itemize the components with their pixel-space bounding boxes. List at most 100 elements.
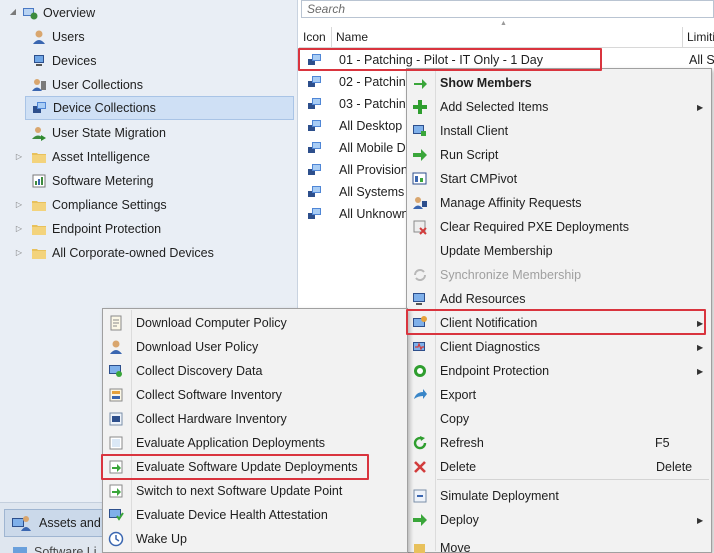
menu-item-wake-up[interactable]: Wake Up [105, 528, 405, 550]
device-collection-icon [308, 164, 321, 175]
menu-item-collect-discovery-data[interactable]: Collect Discovery Data [105, 360, 405, 382]
menu-item-add-resources[interactable]: Add Resources [409, 288, 709, 310]
column-header-limiting[interactable]: Limiti [683, 27, 714, 48]
menu-item-install-client[interactable]: Install Client [409, 120, 709, 142]
context-menu: Show Members Add Selected Items ▶ Instal… [406, 68, 712, 553]
tree-item-users[interactable]: Users [31, 26, 85, 48]
submenu-arrow-icon: ▶ [697, 318, 704, 328]
menu-item-download-user-policy[interactable]: Download User Policy [105, 336, 405, 358]
folder-icon [32, 201, 46, 211]
menu-item-simulate-deployment[interactable]: Simulate Deployment [409, 485, 709, 507]
column-header-name[interactable]: Name [332, 27, 683, 48]
pxe-icon [413, 220, 427, 235]
menu-item-client-diagnostics[interactable]: Client Diagnostics ▶ [409, 336, 709, 358]
submenu-arrow-icon: ▶ [697, 342, 704, 352]
menu-item-download-computer-policy[interactable]: Download Computer Policy [105, 312, 405, 334]
tree-item-user-collections[interactable]: User Collections [31, 74, 143, 96]
menu-item-switch-to-next-software-update-point[interactable]: Switch to next Software Update Point [105, 480, 405, 502]
user-policy-icon [110, 340, 122, 354]
menu-item-endpoint-protection[interactable]: Endpoint Protection ▶ [409, 360, 709, 382]
software-metering-icon [32, 174, 46, 188]
menu-item-evaluate-software-update-deployments[interactable]: Evaluate Software Update Deployments [105, 456, 405, 478]
affinity-icon [413, 197, 427, 209]
menu-item-update-membership[interactable]: Update Membership [409, 240, 709, 262]
menu-item-evaluate-application-deployments[interactable]: Evaluate Application Deployments [105, 432, 405, 454]
endpoint-protection-icon [414, 365, 426, 377]
menu-item-export[interactable]: Export [409, 384, 709, 406]
submenu-arrow-icon: ▶ [697, 366, 704, 376]
menu-item-clear-required-pxe-deployments[interactable]: Clear Required PXE Deployments [409, 216, 709, 238]
tree-item-software-metering[interactable]: Software Metering [31, 170, 153, 192]
device-collection-icon [308, 186, 321, 197]
expand-arrow-icon[interactable]: ▷ [14, 152, 24, 161]
software-library-workspace-button[interactable]: Software Li [12, 545, 97, 553]
devices-icon [34, 55, 44, 66]
simulate-icon [413, 489, 427, 503]
device-collection-icon [308, 54, 321, 65]
menu-item-move[interactable]: Move [409, 537, 709, 553]
submenu-arrow-icon: ▶ [697, 102, 704, 112]
tree-item-device-collections[interactable]: Device Collections [25, 96, 294, 120]
folder-icon [32, 225, 46, 235]
overview-icon [23, 8, 38, 20]
tree-item-endpoint-protection[interactable]: Endpoint Protection [31, 218, 161, 240]
menu-item-delete[interactable]: Delete Delete [409, 456, 709, 478]
menu-item-collect-hardware-inventory[interactable]: Collect Hardware Inventory [105, 408, 405, 430]
row-name: All Mobile D [339, 141, 406, 155]
device-collection-icon [308, 142, 321, 153]
tree-item-asset-intelligence[interactable]: Asset Intelligence [31, 146, 150, 168]
software-library-icon [13, 547, 27, 553]
device-collection-icon [308, 98, 321, 109]
device-collections-icon [33, 102, 46, 113]
tree-item-all-corporate-owned-devices[interactable]: All Corporate-owned Devices [31, 242, 214, 264]
menu-item-deploy[interactable]: Deploy ▶ [409, 509, 709, 531]
row-name: 01 - Patching - Pilot - IT Only - 1 Day [339, 53, 544, 67]
menu-item-client-notification[interactable]: Client Notification ▶ [409, 312, 709, 334]
tree-item-devices[interactable]: Devices [31, 50, 96, 72]
run-script-icon [413, 149, 427, 161]
assets-workspace-button[interactable]: Assets and [4, 509, 114, 537]
menu-item-evaluate-device-health-attestation[interactable]: Evaluate Device Health Attestation [105, 504, 405, 526]
menu-item-add-selected-items[interactable]: Add Selected Items ▶ [409, 96, 709, 118]
shortcut-refresh: F5 [655, 436, 670, 450]
menu-item-collect-software-inventory[interactable]: Collect Software Inventory [105, 384, 405, 406]
folder-icon [32, 153, 46, 163]
add-resources-icon [413, 293, 425, 305]
collapse-arrow-icon[interactable]: ◢ [8, 7, 18, 16]
column-header-icon[interactable]: Icon [299, 27, 332, 48]
device-collection-icon [308, 76, 321, 87]
client-notification-icon [413, 316, 427, 327]
tree-item-overview[interactable]: Overview [22, 2, 95, 24]
move-icon [414, 544, 425, 553]
wake-up-icon [108, 531, 124, 547]
expand-arrow-icon[interactable]: ▷ [14, 224, 24, 233]
tree-item-compliance-settings[interactable]: Compliance Settings [31, 194, 167, 216]
menu-item-show-members[interactable]: Show Members [409, 72, 709, 94]
export-icon [414, 389, 427, 399]
menu-item-copy[interactable]: Copy [409, 408, 709, 430]
sync-icon [414, 269, 426, 281]
device-health-icon [109, 509, 124, 521]
tree-item-user-state-migration[interactable]: User State Migration [31, 122, 166, 144]
menu-item-start-cmpivot[interactable]: Start CMPivot [409, 168, 709, 190]
row-name: 03 - Patching [339, 97, 413, 111]
refresh-icon [413, 436, 427, 450]
expand-arrow-icon[interactable]: ▷ [14, 200, 24, 209]
sort-ascending-icon: ▲ [500, 20, 507, 27]
row-name: All Unknown [339, 207, 409, 221]
row-name: 02 - Patching [339, 75, 413, 89]
switch-sup-icon [109, 484, 123, 498]
row-name: All Systems [339, 185, 405, 199]
client-diagnostics-icon [413, 342, 425, 351]
device-collection-icon [308, 208, 321, 219]
expand-arrow-icon[interactable]: ▷ [14, 248, 24, 257]
menu-item-run-script[interactable]: Run Script [409, 144, 709, 166]
device-collection-icon [308, 120, 321, 131]
delete-icon [414, 461, 426, 473]
menu-item-refresh[interactable]: Refresh F5 [409, 432, 709, 454]
shortcut-delete: Delete [656, 460, 693, 474]
search-input[interactable]: Search [301, 0, 714, 18]
menu-item-manage-affinity-requests[interactable]: Manage Affinity Requests [409, 192, 709, 214]
show-members-icon [414, 79, 427, 89]
user-state-migration-icon [32, 127, 46, 141]
